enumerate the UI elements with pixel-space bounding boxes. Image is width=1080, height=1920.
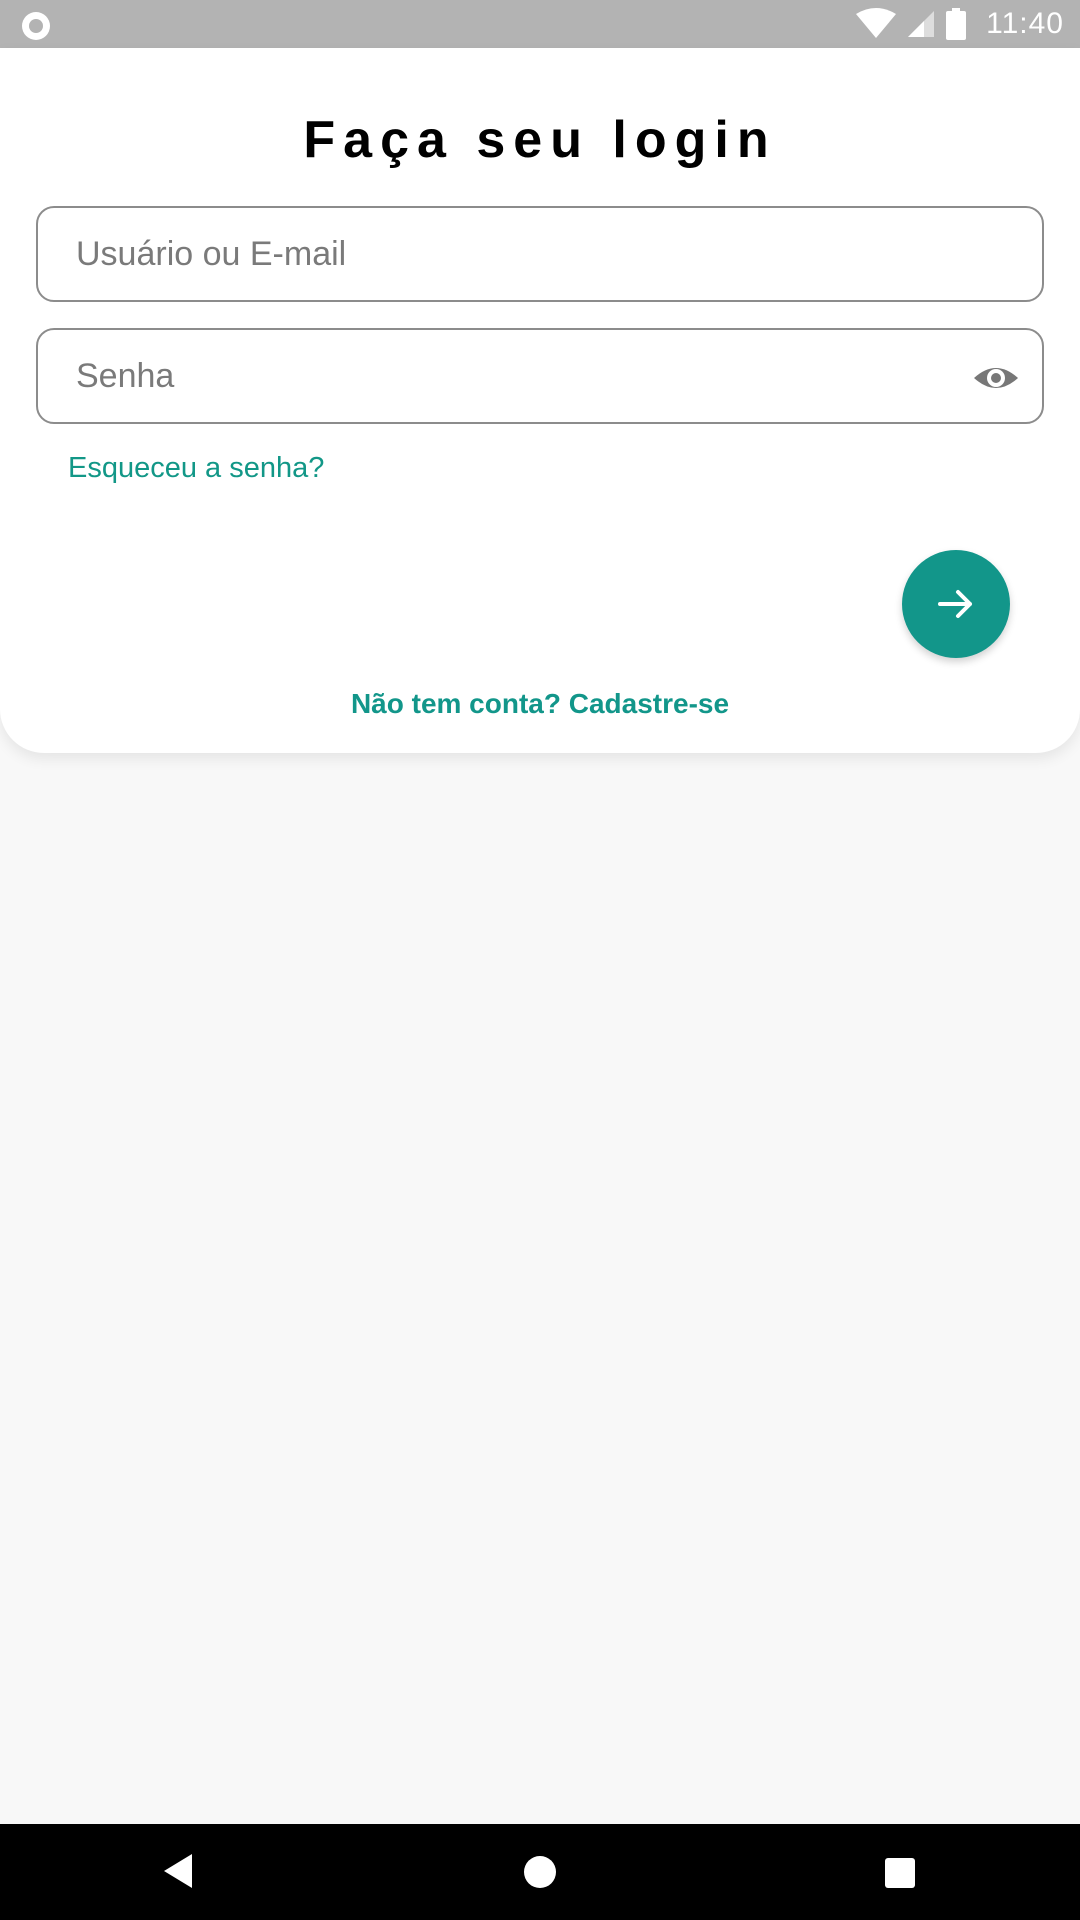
login-card: Faça seu login Esqueceu a senha? Não tem… (0, 48, 1080, 753)
eye-icon (974, 368, 1018, 388)
recents-icon[interactable] (885, 1858, 915, 1888)
status-bar: 11:40 (0, 0, 1080, 48)
navigation-bar (0, 1824, 1080, 1920)
password-field[interactable] (36, 328, 1044, 424)
battery-icon (946, 8, 967, 40)
record-icon (22, 12, 50, 40)
signup-link[interactable]: Não tem conta? Cadastre-se (0, 688, 1080, 720)
page-title: Faça seu login (303, 111, 777, 169)
username-field[interactable] (36, 206, 1044, 302)
status-icons: 11:40 (856, 0, 1064, 48)
login-submit-button[interactable] (902, 550, 1010, 658)
back-icon[interactable] (162, 1852, 194, 1890)
home-icon[interactable] (524, 1856, 556, 1888)
signal-icon (908, 11, 935, 37)
wifi-icon (856, 8, 897, 38)
arrow-right-icon (938, 590, 972, 618)
password-input[interactable] (76, 330, 956, 422)
status-time: 11:40 (986, 7, 1064, 40)
username-input[interactable] (76, 208, 956, 300)
forgot-password-link[interactable]: Esqueceu a senha? (68, 452, 324, 485)
toggle-password-visibility-button[interactable] (972, 354, 1020, 402)
